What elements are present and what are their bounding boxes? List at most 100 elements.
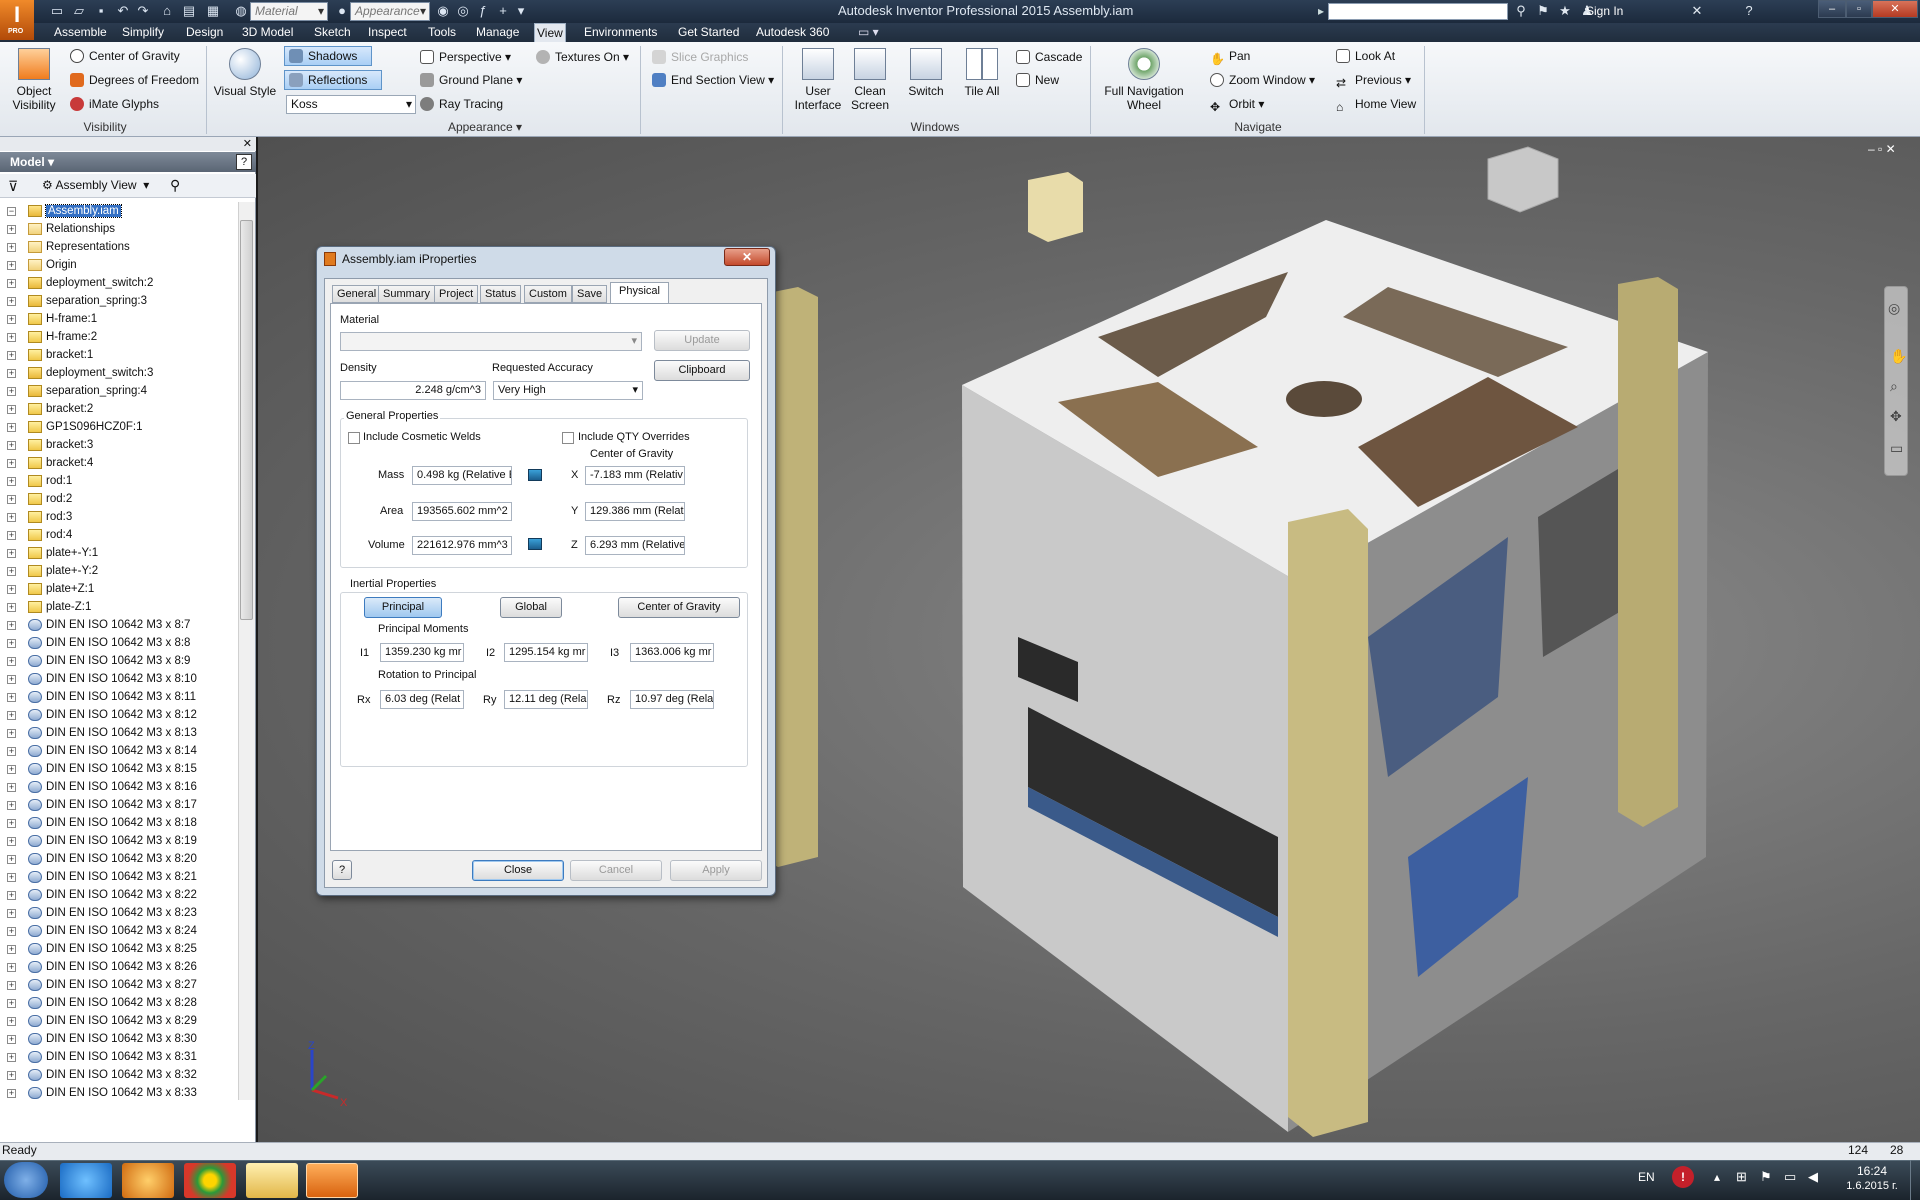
find-binoculars-icon[interactable]: ⚲ xyxy=(170,177,180,194)
close-window-button[interactable]: ✕ xyxy=(1872,0,1918,18)
tab-custom[interactable]: Custom xyxy=(524,285,572,303)
tree-item[interactable]: + DIN EN ISO 10642 M3 x 8:24 xyxy=(0,922,238,940)
tree-item[interactable]: + DIN EN ISO 10642 M3 x 8:22 xyxy=(0,886,238,904)
expand-toggle-icon[interactable]: + xyxy=(7,855,16,864)
expand-toggle-icon[interactable]: + xyxy=(7,459,16,468)
expand-toggle-icon[interactable]: + xyxy=(7,441,16,450)
expand-toggle-icon[interactable]: + xyxy=(7,225,16,234)
tree-item[interactable]: + plate+-Y:1 xyxy=(0,544,238,562)
tree-item[interactable]: + DIN EN ISO 10642 M3 x 8:18 xyxy=(0,814,238,832)
ry-field[interactable]: 12.11 deg (Rela xyxy=(504,690,588,709)
print-icon[interactable]: ▤ xyxy=(180,2,198,20)
expand-toggle-icon[interactable]: + xyxy=(7,927,16,936)
tree-item[interactable]: + DIN EN ISO 10642 M3 x 8:13 xyxy=(0,724,238,742)
tree-item[interactable]: + DIN EN ISO 10642 M3 x 8:9 xyxy=(0,652,238,670)
user-interface-button[interactable]: User Interface xyxy=(792,48,844,112)
tab-autodesk-360[interactable]: Autodesk 360 xyxy=(754,23,831,42)
tree-item[interactable]: + DIN EN ISO 10642 M3 x 8:8 xyxy=(0,634,238,652)
reflections-toggle[interactable]: Reflections xyxy=(284,70,382,90)
tree-item[interactable]: + DIN EN ISO 10642 M3 x 8:16 xyxy=(0,778,238,796)
tab-simplify[interactable]: Simplify xyxy=(120,23,166,42)
expand-toggle-icon[interactable]: + xyxy=(7,369,16,378)
tree-item[interactable]: + DIN EN ISO 10642 M3 x 8:32 xyxy=(0,1066,238,1084)
cancel-button[interactable]: Cancel xyxy=(570,860,662,881)
rz-field[interactable]: 10.97 deg (Rela xyxy=(630,690,714,709)
select-icon[interactable]: ▦ xyxy=(204,2,222,20)
tab-view[interactable]: View xyxy=(534,23,566,42)
tree-item[interactable]: + DIN EN ISO 10642 M3 x 8:29 xyxy=(0,1012,238,1030)
subscription-icon[interactable]: ⚑ xyxy=(1534,2,1552,20)
tab-design[interactable]: Design xyxy=(184,23,225,42)
tree-item[interactable]: + bracket:1 xyxy=(0,346,238,364)
i3-field[interactable]: 1363.006 kg mr xyxy=(630,643,714,662)
lighting-style-combo[interactable]: Koss xyxy=(286,95,416,114)
expand-toggle-icon[interactable]: + xyxy=(7,873,16,882)
slice-graphics-button[interactable]: Slice Graphics xyxy=(652,50,748,64)
view-cube-widget[interactable] xyxy=(1488,148,1552,218)
expand-toggle-icon[interactable]: + xyxy=(7,675,16,684)
filter-icon[interactable]: ⊽ xyxy=(8,178,18,195)
cascade-button[interactable]: Cascade xyxy=(1016,50,1082,64)
material-combo[interactable]: ▾ xyxy=(340,332,642,351)
expand-toggle-icon[interactable]: + xyxy=(7,765,16,774)
density-field[interactable]: 2.248 g/cm^3 xyxy=(340,381,486,400)
tree-item[interactable]: + rod:1 xyxy=(0,472,238,490)
clock-time[interactable]: 16:24 xyxy=(1840,1164,1904,1178)
open-icon[interactable]: ▱ xyxy=(70,2,88,20)
expand-toggle-icon[interactable]: + xyxy=(7,1089,16,1098)
expand-toggle-icon[interactable]: + xyxy=(7,621,16,630)
expand-toggle-icon[interactable]: + xyxy=(7,1017,16,1026)
tree-item[interactable]: + separation_spring:3 xyxy=(0,292,238,310)
center-of-gravity-button[interactable]: Center of Gravity xyxy=(618,597,740,618)
expand-toggle-icon[interactable]: + xyxy=(7,981,16,990)
chrome-taskbar-icon[interactable] xyxy=(184,1163,236,1198)
expand-toggle-icon[interactable]: + xyxy=(7,387,16,396)
full-navigation-wheel-button[interactable]: Full Navigation Wheel xyxy=(1098,48,1190,112)
nav-look-icon[interactable]: ▭ xyxy=(1890,440,1903,457)
tree-item[interactable]: + GP1S096HCZ0F:1 xyxy=(0,418,238,436)
browser-help-icon[interactable]: ? xyxy=(236,154,252,170)
tree-item[interactable]: + DIN EN ISO 10642 M3 x 8:23 xyxy=(0,904,238,922)
clean-screen-button[interactable]: Clean Screen xyxy=(846,48,894,112)
apply-button[interactable]: Apply xyxy=(670,860,762,881)
expand-toggle-icon[interactable]: + xyxy=(7,1053,16,1062)
tree-item[interactable]: + bracket:3 xyxy=(0,436,238,454)
language-indicator[interactable]: EN xyxy=(1638,1170,1655,1184)
i2-field[interactable]: 1295.154 kg mr xyxy=(504,643,588,662)
tree-item[interactable]: + plate+Z:1 xyxy=(0,580,238,598)
tree-item[interactable]: + Relationships xyxy=(0,220,238,238)
tile-all-button[interactable]: Tile All xyxy=(958,48,1006,98)
help-search-input[interactable] xyxy=(1328,3,1508,20)
tray-network-icon[interactable]: ▭ xyxy=(1784,1169,1796,1185)
expand-toggle-icon[interactable]: + xyxy=(7,297,16,306)
home-icon[interactable]: ⌂ xyxy=(158,2,176,20)
volume-field[interactable]: 221612.976 mm^3 xyxy=(412,536,512,555)
customize-icon[interactable]: ▾ xyxy=(512,2,530,20)
include-qty-checkbox[interactable] xyxy=(562,432,574,444)
tab-physical[interactable]: Physical xyxy=(610,282,669,304)
tab-tools[interactable]: Tools xyxy=(426,23,458,42)
look-at-button[interactable]: Look At xyxy=(1336,49,1395,63)
expand-toggle-icon[interactable]: + xyxy=(7,837,16,846)
expand-toggle-icon[interactable]: + xyxy=(7,405,16,414)
adjust-icon[interactable]: ◉ xyxy=(434,2,452,20)
tree-item[interactable]: + DIN EN ISO 10642 M3 x 8:20 xyxy=(0,850,238,868)
tree-item[interactable]: + DIN EN ISO 10642 M3 x 8:14 xyxy=(0,742,238,760)
pan-button[interactable]: ✋ Pan xyxy=(1210,49,1250,66)
tree-item[interactable]: + rod:3 xyxy=(0,508,238,526)
viewport-window-controls[interactable]: – ▫ ✕ xyxy=(1868,142,1896,156)
expand-toggle-icon[interactable]: + xyxy=(7,477,16,486)
browser-header[interactable]: Model ▾ xyxy=(0,152,256,172)
save-icon[interactable]: ▪ xyxy=(92,2,110,20)
binoculars-icon[interactable]: ⚲ xyxy=(1512,2,1530,20)
degrees-of-freedom-button[interactable]: Degrees of Freedom xyxy=(70,73,199,87)
expand-toggle-icon[interactable]: + xyxy=(7,945,16,954)
tree-item[interactable]: + DIN EN ISO 10642 M3 x 8:11 xyxy=(0,688,238,706)
home-view-button[interactable]: ⌂ Home View xyxy=(1336,97,1416,114)
new-window-button[interactable]: New xyxy=(1016,73,1059,87)
cog-z-field[interactable]: 6.293 mm (Relative xyxy=(585,536,685,555)
tree-item[interactable]: + deployment_switch:2 xyxy=(0,274,238,292)
ie-taskbar-icon[interactable] xyxy=(60,1163,112,1198)
tab-save[interactable]: Save xyxy=(572,285,608,303)
tree-item[interactable]: + Representations xyxy=(0,238,238,256)
